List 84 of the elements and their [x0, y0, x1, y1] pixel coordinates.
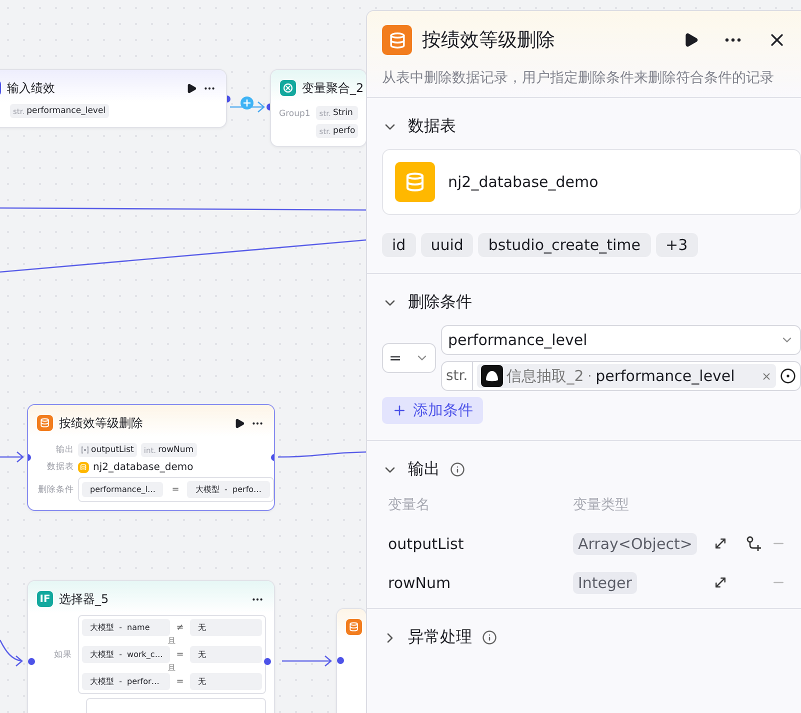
- condition-field: performance_l…: [82, 482, 164, 497]
- connector-arrow: [0, 451, 24, 463]
- operator-select[interactable]: =: [382, 343, 436, 373]
- operator: =: [175, 650, 185, 660]
- condition-value: 无: [190, 673, 262, 690]
- connection-port[interactable]: [337, 657, 344, 664]
- connection-port[interactable]: [264, 658, 271, 665]
- panel-description: 从表中删除数据记录，用户指定删除条件来删除符合条件的记录: [382, 69, 775, 87]
- node-title: 变量聚合_2: [302, 80, 364, 96]
- condition-field: 大模型 - name: [82, 619, 170, 636]
- row-label: 删除条件: [38, 484, 74, 496]
- section-title: 异常处理: [408, 627, 472, 648]
- column-header: 变量名: [388, 496, 431, 514]
- condition-icon: IF: [37, 591, 53, 607]
- more-icon: [725, 38, 741, 42]
- add-condition-button[interactable]: 添加条件: [382, 397, 483, 424]
- workflow-node[interactable]: [336, 608, 367, 713]
- if-label: 如果: [54, 648, 73, 660]
- connector-arrow: [0, 639, 23, 667]
- condition-field: 大模型 - perfor…: [82, 673, 170, 690]
- table-name: nj2_database_demo: [93, 462, 194, 472]
- run-button[interactable]: [683, 32, 699, 48]
- field-tag: bstudio_create_time: [478, 233, 651, 257]
- type-tag: Integer: [573, 572, 637, 594]
- section-title: 删除条件: [408, 292, 472, 313]
- database-delete-icon: [346, 619, 362, 635]
- variable-name: performance_level: [26, 106, 106, 116]
- type-tag: Array<Object>: [573, 533, 698, 555]
- variable-name: rowNum: [158, 445, 194, 455]
- run-icon[interactable]: [186, 82, 197, 94]
- expand-icon[interactable]: [712, 575, 728, 590]
- condition-value: 无: [190, 619, 262, 636]
- remove-icon[interactable]: [761, 370, 772, 382]
- connection-port[interactable]: [28, 658, 35, 665]
- target-icon[interactable]: [780, 368, 796, 384]
- type-label: str.: [442, 362, 473, 390]
- group-label: Group1: [279, 109, 310, 121]
- field-select[interactable]: performance_level: [441, 325, 801, 355]
- field-tag: +3: [656, 233, 698, 257]
- aggregate-icon: [280, 80, 296, 96]
- condition-value: 大模型 - perfo…: [187, 481, 270, 498]
- condition-field: 大模型 - work_c…: [82, 646, 170, 663]
- plus-icon: [392, 403, 407, 418]
- row-label: 数据表: [46, 461, 74, 473]
- database-delete-icon: [382, 25, 412, 55]
- variable-name: outputList: [388, 534, 465, 552]
- array-type-icon: [81, 446, 89, 454]
- connector-arrow: [281, 655, 332, 667]
- table-card[interactable]: nj2_database_demo: [382, 149, 801, 215]
- info-icon[interactable]: [482, 630, 497, 645]
- field-tag: uuid: [420, 233, 474, 257]
- add-node-icon[interactable]: [240, 96, 254, 110]
- value-field[interactable]: str. 信息抽取_2 · performance_level: [441, 361, 801, 391]
- expand-icon[interactable]: [712, 536, 728, 551]
- node-title: 输入绩效: [7, 80, 56, 96]
- add-child-icon[interactable]: [746, 536, 762, 552]
- source-label: 信息抽取_2: [506, 366, 584, 386]
- database-icon: [395, 162, 435, 202]
- column-header: 变量类型: [573, 496, 630, 514]
- row-label: 输出: [55, 444, 74, 456]
- field-tag: id: [382, 233, 416, 257]
- node-title: 选择器_5: [59, 590, 110, 608]
- info-icon[interactable]: [450, 462, 465, 477]
- database-delete-icon: [37, 415, 53, 431]
- node-title: 按绩效等级删除: [59, 414, 144, 432]
- variable-name: Strin: [332, 108, 353, 118]
- variable-name: perfo: [332, 126, 356, 136]
- operator: =: [170, 484, 180, 494]
- bot-avatar-icon: [480, 365, 503, 387]
- panel-title: 按绩效等级删除: [422, 28, 556, 53]
- operator: =: [175, 676, 185, 686]
- operator: ≠: [175, 622, 185, 632]
- run-icon[interactable]: [234, 418, 245, 428]
- variable-name: performance_level: [596, 367, 736, 385]
- database-icon: [78, 462, 89, 472]
- more-button[interactable]: [725, 38, 741, 42]
- condition-value: 无: [190, 646, 262, 663]
- variable-name: rowNum: [388, 574, 452, 592]
- variable-name: outputList: [91, 445, 134, 455]
- table-name: nj2_database_demo: [448, 173, 598, 191]
- connector-arrow: [229, 101, 266, 113]
- section-title: 数据表: [408, 116, 456, 137]
- separator: ·: [588, 369, 592, 383]
- section-title: 输出: [408, 459, 440, 480]
